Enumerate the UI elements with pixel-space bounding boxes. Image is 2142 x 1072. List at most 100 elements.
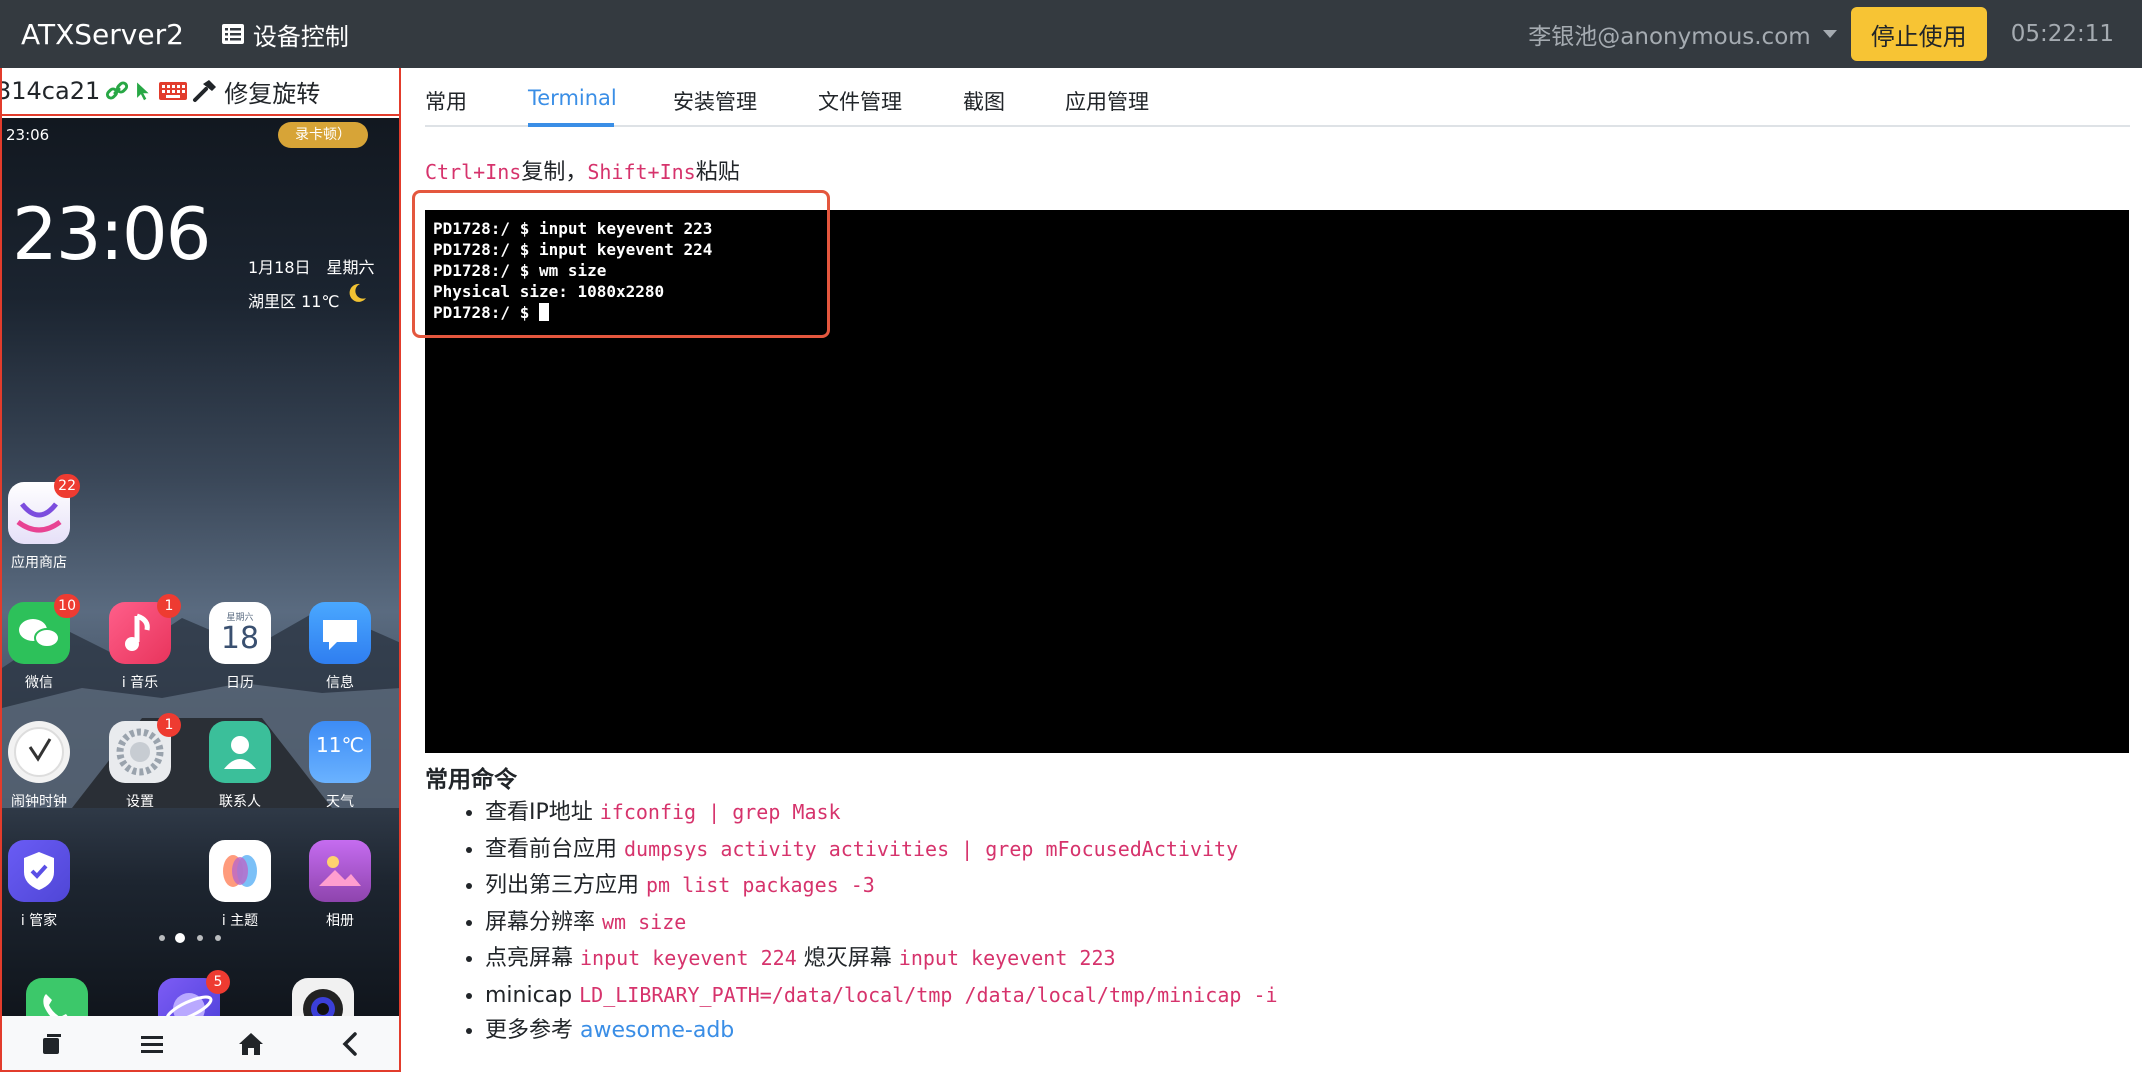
app-theme[interactable]: i 主题	[195, 840, 285, 930]
status-time: 23:06	[6, 126, 50, 144]
app-calendar[interactable]: 星期六 18 日历	[195, 602, 285, 692]
menu-icon[interactable]	[137, 1029, 167, 1059]
app-gallery[interactable]: 相册	[295, 840, 385, 930]
app-label: 相册	[326, 913, 354, 929]
clipboard-hint: Ctrl+Ins复制，Shift+Ins粘贴	[425, 154, 740, 186]
app-alarm-clock[interactable]: 闹钟时钟	[2, 721, 84, 811]
gallery-icon	[309, 840, 371, 902]
paste-shortcut: Shift+Ins	[587, 160, 696, 184]
app-app-store[interactable]: 22 应用商店	[2, 474, 84, 572]
command-label: 点亮屏幕	[485, 946, 574, 971]
settings-icon: 1	[109, 713, 181, 783]
app-label: i 音乐	[121, 675, 159, 691]
contacts-icon	[209, 721, 271, 783]
phone-icon[interactable]	[26, 978, 88, 1016]
common-commands-title: 常用命令	[425, 767, 517, 793]
awesome-adb-link[interactable]: awesome-adb	[580, 1018, 734, 1043]
back-icon[interactable]	[336, 1029, 366, 1059]
command-code[interactable]: pm list packages -3	[646, 873, 875, 897]
tab-apps[interactable]: 应用管理	[1065, 86, 1149, 116]
device-screen[interactable]: 23:06 录卡顿） 23:06 1月18日 星期六 湖里区 11℃ 22 应用…	[2, 118, 399, 1016]
command-code[interactable]: ifconfig | grep Mask	[600, 800, 841, 824]
browser-badge: 5	[206, 970, 230, 994]
command-label: minicap	[485, 982, 573, 1008]
camera-icon[interactable]	[292, 978, 354, 1016]
main-content: 常用 Terminal 安装管理 文件管理 截图 应用管理 Ctrl+Ins复制…	[412, 68, 2130, 1072]
tab-screenshot[interactable]: 截图	[963, 86, 1005, 116]
list-item: 查看IP地址 ifconfig | grep Mask	[485, 794, 1278, 831]
wechat-icon: 10	[8, 594, 80, 664]
device-panel: 314ca21 修复旋转 23:06 录卡顿） 23:06 1月18日 星期六 …	[0, 68, 401, 1072]
app-label: i 主题	[221, 913, 259, 929]
date-text: 1月18日 星期六	[248, 258, 375, 277]
weather-icon: 11℃	[309, 721, 371, 783]
tab-terminal[interactable]: Terminal	[528, 86, 617, 110]
top-navbar: ATXServer2 设备控制 李银池@anonymous.com 停止使用 0…	[0, 0, 2142, 68]
hammer-icon[interactable]	[192, 78, 218, 104]
lock-clock: 23:06	[12, 192, 211, 276]
tab-bar: 常用 Terminal 安装管理 文件管理 截图 应用管理	[425, 68, 2130, 127]
command-code[interactable]: input keyevent 223	[899, 946, 1116, 970]
app-label: 天气	[326, 794, 354, 810]
paste-text: 粘贴	[695, 160, 740, 185]
tab-files[interactable]: 文件管理	[818, 86, 902, 116]
page-indicator	[159, 933, 221, 943]
device-nav-bar	[2, 1016, 399, 1070]
app-wechat[interactable]: 10 微信	[2, 594, 84, 692]
command-code[interactable]: input keyevent 224	[580, 946, 797, 970]
command-label: 列出第三方应用	[485, 873, 640, 898]
wechat-badge: 10	[54, 594, 80, 618]
keyboard-icon[interactable]	[158, 78, 188, 104]
command-code[interactable]: dumpsys activity activities | grep mFocu…	[624, 837, 1238, 861]
app-messages[interactable]: 信息	[295, 602, 385, 692]
list-item: minicap LD_LIBRARY_PATH=/data/local/tmp …	[485, 977, 1278, 1014]
command-label: 屏幕分辨率	[485, 909, 596, 935]
list-item: 查看前台应用 dumpsys activity activities | gre…	[485, 831, 1278, 868]
app-label: 设置	[126, 794, 154, 810]
app-label: i 管家	[20, 913, 58, 929]
calendar-day-name: 星期六	[226, 613, 254, 623]
caret-down-icon	[1822, 30, 1837, 38]
device-toolbar: 314ca21 修复旋转	[2, 68, 399, 116]
browser-icon[interactable]: 5	[158, 970, 230, 1016]
recent-apps-icon[interactable]	[37, 1029, 67, 1059]
annotation-highlight-box	[412, 190, 830, 338]
screen-record-pill[interactable]: 录卡顿）	[278, 122, 368, 148]
app-manager[interactable]: i 管家	[2, 840, 84, 930]
stop-using-button[interactable]: 停止使用	[1850, 7, 1987, 61]
command-label: 查看IP地址	[485, 800, 593, 825]
link-icon[interactable]	[104, 78, 130, 104]
app-settings[interactable]: 1 设置	[95, 713, 185, 811]
command-code[interactable]: LD_LIBRARY_PATH=/data/local/tmp /data/lo…	[579, 983, 1277, 1007]
messages-icon	[309, 602, 371, 664]
user-email: 李银池@anonymous.com	[1528, 24, 1811, 50]
weather-temp: 11℃	[316, 733, 364, 757]
weather-text: 湖里区 11℃	[248, 292, 340, 311]
home-icon[interactable]	[236, 1029, 266, 1059]
music-badge: 1	[157, 594, 181, 618]
device-control-link[interactable]: 设备控制	[221, 17, 349, 52]
app-weather[interactable]: 11℃ 天气	[295, 721, 385, 811]
command-label: 更多参考	[485, 1018, 574, 1043]
app-music[interactable]: 1 i 音乐	[95, 594, 185, 692]
list-item: 点亮屏幕 input keyevent 224 熄灭屏幕 input keyev…	[485, 940, 1278, 977]
brand-link[interactable]: ATXServer2	[21, 18, 184, 51]
fix-rotation-button[interactable]: 修复旋转	[224, 74, 320, 109]
app-contacts[interactable]: 联系人	[195, 721, 285, 811]
tab-install[interactable]: 安装管理	[673, 86, 757, 116]
calendar-icon: 星期六 18	[209, 602, 271, 664]
app-store-badge: 22	[54, 474, 80, 498]
cursor-icon[interactable]	[134, 78, 154, 104]
tab-common[interactable]: 常用	[425, 86, 467, 116]
user-dropdown[interactable]: 李银池@anonymous.com	[1528, 17, 1837, 51]
theme-icon	[209, 840, 271, 902]
command-label: 查看前台应用	[485, 836, 618, 862]
copy-shortcut: Ctrl+Ins	[425, 160, 522, 184]
command-code[interactable]: wm size	[602, 910, 686, 934]
copy-text: 复制，	[521, 160, 588, 185]
calendar-day: 18	[220, 621, 260, 656]
music-icon: 1	[109, 594, 181, 664]
list-item: 列出第三方应用 pm list packages -3	[485, 867, 1278, 904]
moon-icon	[349, 283, 366, 302]
manager-icon	[8, 840, 70, 902]
